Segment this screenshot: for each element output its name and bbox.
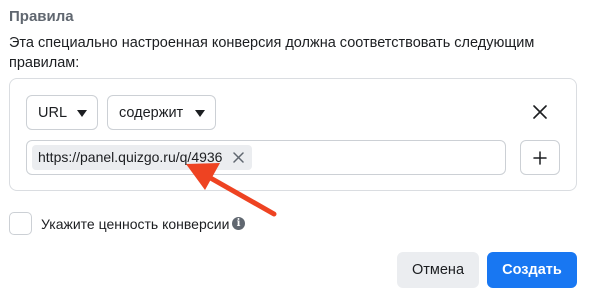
plus-icon bbox=[533, 150, 547, 165]
url-tag-label: https://panel.quizgo.ru/q/4936 bbox=[38, 149, 223, 165]
create-button[interactable]: Создать bbox=[487, 252, 577, 288]
field-dropdown-value: URL bbox=[38, 104, 68, 121]
conversion-value-checkbox[interactable] bbox=[9, 212, 32, 235]
url-tag: https://panel.quizgo.ru/q/4936 bbox=[32, 145, 253, 170]
close-icon[interactable] bbox=[233, 152, 245, 163]
operator-dropdown-value: содержит bbox=[119, 104, 184, 121]
add-value-button[interactable] bbox=[520, 140, 560, 175]
remove-rule-button[interactable] bbox=[526, 98, 554, 126]
info-icon[interactable]: i bbox=[232, 217, 245, 230]
url-value-input[interactable]: https://panel.quizgo.ru/q/4936 bbox=[26, 140, 506, 175]
field-dropdown[interactable]: URL bbox=[26, 95, 98, 130]
caret-down-icon bbox=[195, 110, 205, 117]
caret-down-icon bbox=[77, 110, 87, 117]
close-icon bbox=[533, 105, 547, 119]
conversion-value-label: Укажите ценность конверсии bbox=[41, 216, 230, 232]
rules-description: Эта специально настроенная конверсия дол… bbox=[9, 35, 535, 71]
rules-title: Правила bbox=[9, 8, 74, 25]
operator-dropdown[interactable]: содержит bbox=[107, 95, 216, 130]
cancel-button[interactable]: Отмена bbox=[397, 252, 479, 288]
